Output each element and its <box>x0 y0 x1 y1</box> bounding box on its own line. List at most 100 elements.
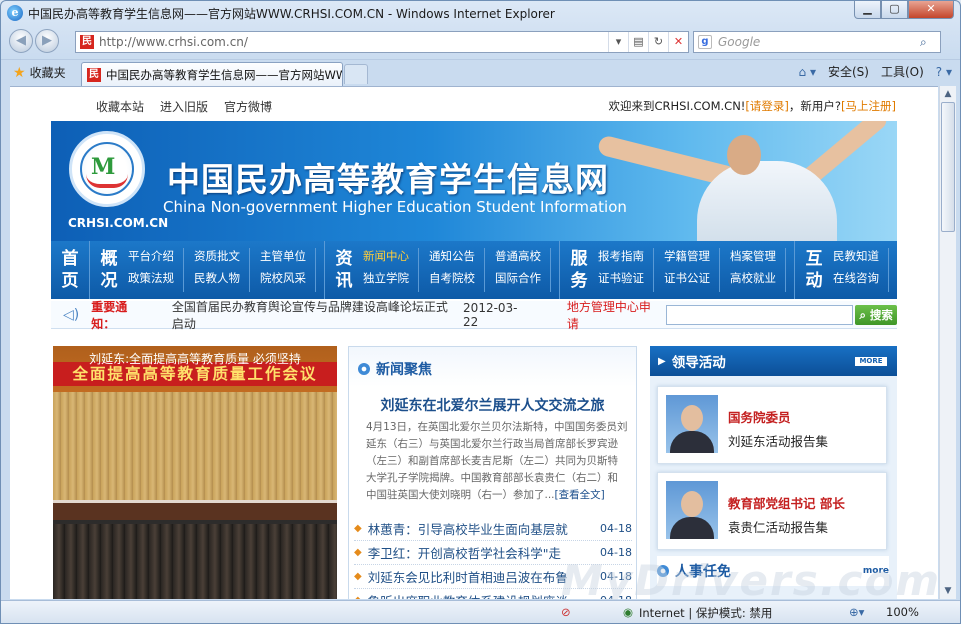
favorites-bar: ★ 收藏夹 民 中国民办高等教育学生信息网——官方网站WW... ⌂ ▾ 安全(… <box>1 59 960 86</box>
more-button[interactable]: MORE <box>855 356 887 366</box>
help-icon[interactable]: ? ▾ <box>936 65 952 79</box>
news-summary: 4月13日，在英国北爱尔兰贝尔法斯特，中国国务委员刘延东（右三）与英国北爱尔兰行… <box>366 421 628 501</box>
list-item[interactable]: ◆ 林蕙青：引导高校毕业生面向基层就 04-18 <box>354 517 632 541</box>
nav-link[interactable]: 学籍管理 <box>664 248 720 270</box>
popup-blocked-icon[interactable]: ⊘ <box>561 605 571 619</box>
tab-title: 中国民办高等教育学生信息网——官方网站WW... <box>106 67 343 82</box>
security-zone[interactable]: Internet | 保护模式: 禁用 <box>639 605 772 621</box>
nav-link[interactable]: 资质批文 <box>194 248 250 270</box>
new-tab-button[interactable] <box>344 64 368 84</box>
nav-link[interactable]: 民教人物 <box>194 270 250 292</box>
nav-link[interactable]: 证书公证 <box>664 270 720 292</box>
notice-bar: ◁) 重要通知： 全国首届民办教育舆论宣传与品牌建设高峰论坛正式启动 2012-… <box>51 298 897 332</box>
nav-link[interactable]: 新闻中心 <box>363 248 419 270</box>
read-more-link[interactable]: [查看全文] <box>555 489 605 501</box>
maximize-button[interactable]: ▢ <box>881 1 908 19</box>
nav-link[interactable]: 证书验证 <box>598 270 654 292</box>
nav-home[interactable]: 首页 <box>51 248 89 292</box>
dropdown-icon[interactable]: ▾ <box>608 32 628 52</box>
news-headline[interactable]: 刘延东在北爱尔兰展开人文交流之旅 <box>349 395 636 415</box>
nav-service[interactable]: 服务 <box>560 248 598 292</box>
site-favicon-icon: 民 <box>80 35 94 49</box>
nav-link[interactable]: 独立学院 <box>363 270 419 292</box>
leader-card[interactable]: 国务院委员 刘延东活动报告集 <box>657 386 887 464</box>
title-bar: e 中国民办高等教育学生信息网——官方网站WWW.CRHSI.COM.CN - … <box>1 1 960 25</box>
nav-link[interactable]: 客服中心 <box>899 270 938 292</box>
top-link-weibo[interactable]: 官方微博 <box>224 98 272 115</box>
login-link[interactable]: [请登录] <box>745 99 788 113</box>
nav-link[interactable]: 平台介绍 <box>128 248 184 270</box>
bullet-icon <box>358 363 370 375</box>
search-box[interactable]: g Google ⌕ <box>693 31 941 53</box>
site-domain: CRHSI.COM.CN <box>68 216 169 230</box>
command-bar: ⌂ ▾ 安全(S) 工具(O) ? ▾ <box>799 63 952 80</box>
nav-link[interactable]: 资质查询 <box>899 248 938 270</box>
photo-caption: 刘延东:全面提高高等教育质量 必须坚持 <box>89 352 301 366</box>
scroll-down-icon[interactable]: ▼ <box>940 583 956 599</box>
nav-link[interactable]: 主管单位 <box>260 248 316 270</box>
leader-report-link[interactable]: 袁贵仁活动报告集 <box>728 517 828 536</box>
browser-window: e 中国民办高等教育学生信息网——官方网站WWW.CRHSI.COM.CN - … <box>0 0 961 624</box>
refresh-icon[interactable]: ↻ <box>648 32 668 52</box>
status-bar: ⊘ ◉ Internet | 保护模式: 禁用 ⊕▾ 100% <box>1 600 960 623</box>
site-search-input[interactable] <box>665 304 854 325</box>
close-button[interactable]: ✕ <box>908 1 954 19</box>
register-link[interactable]: [马上注册] <box>841 99 896 113</box>
scroll-thumb[interactable] <box>941 102 955 232</box>
safety-menu[interactable]: 安全(S) <box>828 63 869 80</box>
arrow-icon: ▶ <box>658 355 666 367</box>
minimize-button[interactable]: ▁ <box>854 1 881 19</box>
stop-icon[interactable]: ✕ <box>668 32 688 52</box>
star-icon: ★ <box>13 64 26 81</box>
address-bar[interactable]: 民 http://www.crhsi.com.cn/ ▾ ▤ ↻ ✕ <box>75 31 689 53</box>
leader-card[interactable]: 教育部党组书记 部长 袁贵仁活动报告集 <box>657 472 887 550</box>
vertical-scrollbar[interactable]: ▲ ▼ <box>939 86 956 599</box>
local-center-link[interactable]: 地方管理中心申请 <box>567 298 658 332</box>
favorites-button[interactable]: ★ 收藏夹 <box>13 64 66 81</box>
nav-overview[interactable]: 概况 <box>90 248 128 292</box>
web-page: 收藏本站 进入旧版 官方微博 欢迎来到CRHSI.COM.CN![请登录]，新用… <box>10 86 938 599</box>
nav-link[interactable]: 国际合作 <box>495 270 551 292</box>
back-button[interactable]: ◀ <box>9 29 33 53</box>
welcome-text: 欢迎来到CRHSI.COM.CN! <box>608 99 746 113</box>
nav-link[interactable]: 政策法规 <box>128 270 184 292</box>
nav-link[interactable]: 自考院校 <box>429 270 485 292</box>
scroll-up-icon[interactable]: ▲ <box>940 86 956 102</box>
nav-link[interactable]: 民教知道 <box>833 248 889 270</box>
notice-text[interactable]: 全国首届民办教育舆论宣传与品牌建设高峰论坛正式启动 <box>172 298 455 332</box>
site-name-en: China Non-government Higher Education St… <box>163 198 627 216</box>
forward-button[interactable]: ▶ <box>35 29 59 53</box>
leader-report-link[interactable]: 刘延东活动报告集 <box>728 431 828 450</box>
nav-link[interactable]: 档案管理 <box>730 248 786 270</box>
nav-link[interactable]: 院校风采 <box>260 270 316 292</box>
speaker-icon: ◁) <box>63 306 80 323</box>
nav-news[interactable]: 资讯 <box>325 248 363 292</box>
site-name-cn: 中国民办高等教育学生信息网 <box>167 160 609 199</box>
top-link-old-version[interactable]: 进入旧版 <box>160 98 208 115</box>
leader-heading: 领导活动 <box>671 355 726 371</box>
nav-interact[interactable]: 互动 <box>795 248 833 292</box>
google-icon: g <box>698 35 712 49</box>
zoom-icon[interactable]: ⊕▾ <box>849 605 864 619</box>
site-search-button[interactable]: ⌕ 搜索 <box>855 304 897 325</box>
browser-tab[interactable]: 民 中国民办高等教育学生信息网——官方网站WW... <box>81 62 343 86</box>
compat-view-icon[interactable]: ▤ <box>628 32 648 52</box>
top-link-bookmark[interactable]: 收藏本站 <box>96 98 144 115</box>
tab-favicon-icon: 民 <box>87 67 101 82</box>
address-url[interactable]: http://www.crhsi.com.cn/ <box>99 35 608 49</box>
notice-date: 2012-03-22 <box>463 300 518 329</box>
leader-photo <box>666 481 718 539</box>
search-icon[interactable]: ⌕ <box>920 35 940 50</box>
nav-link[interactable]: 在线咨询 <box>833 270 889 292</box>
nav-link[interactable]: 报考指南 <box>598 248 654 270</box>
main-navigation: 首页 概况 平台介绍 政策法规 资质批文 民教人物 主管单位 院校风采 资讯 新… <box>51 241 938 299</box>
home-icon[interactable]: ⌂ ▾ <box>799 65 816 79</box>
conference-photo[interactable]: 全面提高高等教育质量工作会议 刘延东:全面提高高等教育质量 必须坚持 <box>53 346 337 599</box>
nav-link[interactable]: 普通高校 <box>495 248 551 270</box>
zoom-level[interactable]: 100% <box>886 605 919 619</box>
search-input[interactable]: Google <box>718 35 920 49</box>
navigation-bar: ◀ ▶ 民 http://www.crhsi.com.cn/ ▾ ▤ ↻ ✕ g… <box>1 27 960 57</box>
tools-menu[interactable]: 工具(O) <box>881 63 924 80</box>
nav-link[interactable]: 高校就业 <box>730 270 786 292</box>
nav-link[interactable]: 通知公告 <box>429 248 485 270</box>
